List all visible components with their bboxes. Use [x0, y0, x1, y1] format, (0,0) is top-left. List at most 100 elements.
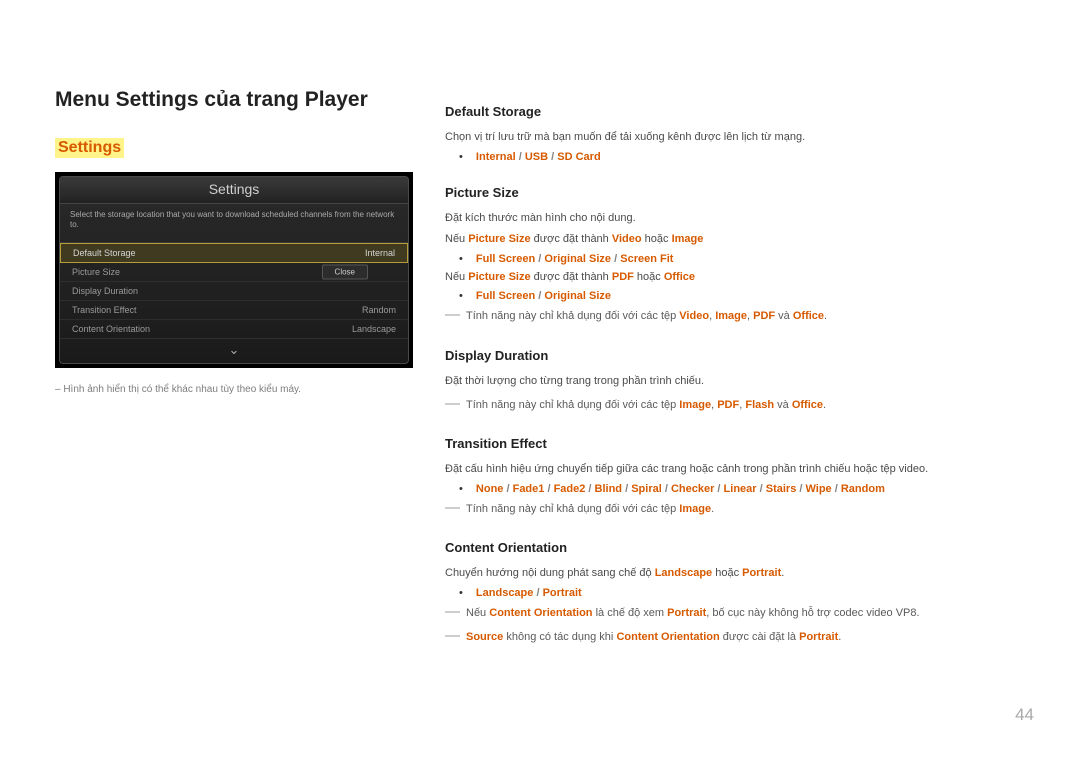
- paragraph: Chuyển hướng nội dung phát sang chế độ L…: [445, 565, 1030, 583]
- keyword: Image: [715, 310, 747, 322]
- separator: /: [662, 483, 671, 495]
- text: không có tác dụng khi: [503, 631, 616, 643]
- keyword: Video: [612, 233, 642, 245]
- text: hoặc: [642, 233, 672, 245]
- device-close-button: Close: [322, 265, 368, 280]
- device-row-content-orientation: Content Orientation Landscape: [60, 320, 408, 339]
- option: Stairs: [766, 483, 797, 495]
- device-row-value: Landscape: [352, 324, 396, 334]
- paragraph: Đặt kích thước màn hình cho nội dung.: [445, 210, 1030, 228]
- section-content-orientation: Content Orientation Chuyển hướng nội dun…: [445, 540, 1030, 646]
- paragraph: Nếu Picture Size được đặt thành Video ho…: [445, 231, 1030, 249]
- keyword: Content Orientation: [616, 631, 719, 643]
- text: .: [824, 310, 827, 322]
- device-row-value: Internal: [365, 248, 395, 258]
- separator: /: [544, 483, 553, 495]
- section-default-storage: Default Storage Chọn vị trí lưu trữ mà b…: [445, 104, 1030, 163]
- keyword: Landscape: [655, 567, 712, 579]
- option: Linear: [724, 483, 757, 495]
- option: None: [476, 483, 504, 495]
- text: hoặc: [634, 271, 664, 283]
- separator: /: [585, 483, 594, 495]
- paragraph: Đặt cấu hình hiệu ứng chuyển tiếp giữa c…: [445, 461, 1030, 479]
- note-text: Source không có tác dụng khi Content Ori…: [466, 629, 1030, 647]
- separator: /: [757, 483, 766, 495]
- device-row-display-duration: Display Duration: [60, 282, 408, 301]
- separator: /: [622, 483, 631, 495]
- note-dash-icon: ―: [445, 501, 460, 519]
- separator: /: [714, 483, 723, 495]
- text: Chuyển hướng nội dung phát sang chế độ: [445, 567, 655, 579]
- note-text: Nếu Content Orientation là chế độ xem Po…: [466, 605, 1030, 623]
- option-list: Full Screen / Original Size / Screen Fit: [459, 253, 1030, 265]
- keyword: Content Orientation: [489, 607, 592, 619]
- device-row-label: Transition Effect: [72, 305, 137, 315]
- text: Tính năng này chỉ khả dụng đối với các t…: [466, 399, 679, 411]
- text: Nếu: [445, 271, 468, 283]
- page-title: Menu Settings của trang Player: [55, 88, 415, 112]
- section-transition-effect: Transition Effect Đặt cấu hình hiệu ứng …: [445, 436, 1030, 518]
- paragraph: Chọn vị trí lưu trữ mà bạn muốn để tải x…: [445, 129, 1030, 147]
- heading: Default Storage: [445, 104, 1030, 119]
- text: là chế độ xem: [593, 607, 668, 619]
- option: Blind: [595, 483, 623, 495]
- note-dash-icon: ―: [445, 629, 460, 647]
- text: Nếu: [445, 233, 468, 245]
- text: Tính năng này chỉ khả dụng đối với các t…: [466, 503, 679, 515]
- option: Wipe: [805, 483, 831, 495]
- device-screenshot: Settings Select the storage location tha…: [55, 172, 413, 368]
- keyword: Portrait: [742, 567, 781, 579]
- keyword: Image: [672, 233, 704, 245]
- device-row-transition-effect: Transition Effect Random: [60, 301, 408, 320]
- right-column: Default Storage Chọn vị trí lưu trữ mà b…: [445, 88, 1030, 650]
- device-hint-text: Select the storage location that you wan…: [60, 204, 408, 243]
- option: Full Screen: [476, 290, 535, 302]
- option: Original Size: [544, 253, 611, 265]
- section-picture-size: Picture Size Đặt kích thước màn hình cho…: [445, 185, 1030, 326]
- option-list: Landscape / Portrait: [459, 587, 1030, 599]
- note-text: Tính năng này chỉ khả dụng đối với các t…: [466, 397, 1030, 415]
- text: .: [711, 503, 714, 515]
- option-list: Internal / USB / SD Card: [459, 151, 1030, 163]
- device-window: Settings Select the storage location tha…: [59, 176, 409, 364]
- note: ― Nếu Content Orientation là chế độ xem …: [445, 605, 1030, 623]
- text: .: [823, 399, 826, 411]
- keyword: Office: [793, 310, 824, 322]
- option: Portrait: [543, 587, 582, 599]
- option: SD Card: [557, 151, 600, 163]
- option: Fade2: [554, 483, 586, 495]
- keyword: Flash: [745, 399, 774, 411]
- keyword: Office: [664, 271, 695, 283]
- section-display-duration: Display Duration Đặt thời lượng cho từng…: [445, 348, 1030, 414]
- keyword: Video: [679, 310, 709, 322]
- page-number: 44: [1015, 705, 1034, 725]
- keyword: Image: [679, 503, 711, 515]
- option: Fade1: [513, 483, 545, 495]
- option: Checker: [671, 483, 714, 495]
- option: USB: [525, 151, 548, 163]
- text: , bố cục này không hỗ trợ codec video VP…: [706, 607, 919, 619]
- paragraph: Nếu Picture Size được đặt thành PDF hoặc…: [445, 269, 1030, 287]
- image-note: – Hình ảnh hiển thị có thể khác nhau tùy…: [55, 384, 415, 395]
- device-row-label: Display Duration: [72, 286, 138, 296]
- device-row-value: Random: [362, 305, 396, 315]
- heading: Display Duration: [445, 348, 1030, 363]
- option-list: Full Screen / Original Size: [459, 290, 1030, 302]
- option: Random: [841, 483, 885, 495]
- device-row-picture-size: Picture Size Close: [60, 263, 408, 282]
- keyword: Picture Size: [468, 271, 530, 283]
- keyword: Image: [679, 399, 711, 411]
- keyword: Source: [466, 631, 503, 643]
- text: .: [781, 567, 784, 579]
- device-window-title: Settings: [60, 177, 408, 204]
- text: được đặt thành: [531, 271, 612, 283]
- paragraph: Đặt thời lượng cho từng trang trong phần…: [445, 373, 1030, 391]
- text: Nếu: [466, 607, 489, 619]
- separator: /: [832, 483, 841, 495]
- device-row-label: Default Storage: [73, 248, 136, 258]
- device-row-label: Content Orientation: [72, 324, 150, 334]
- keyword: Office: [792, 399, 823, 411]
- note-text: Tính năng này chỉ khả dụng đối với các t…: [466, 501, 1030, 519]
- text: được cài đặt là: [720, 631, 799, 643]
- device-row-default-storage: Default Storage Internal: [60, 243, 408, 263]
